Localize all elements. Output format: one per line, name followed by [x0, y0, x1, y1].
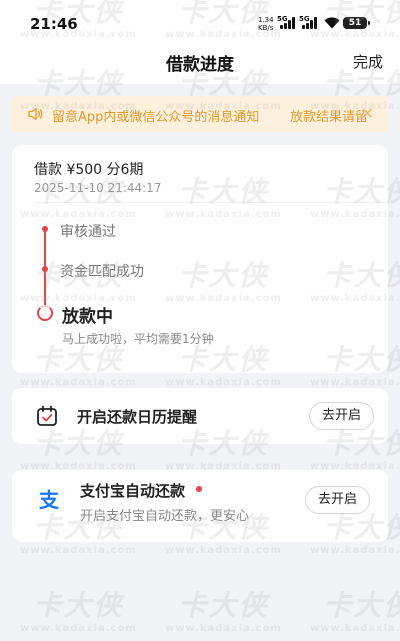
alipay-title: 支付宝自动还款 — [80, 482, 186, 500]
nav-bar: 借款进度 完成 — [0, 40, 400, 84]
calendar-check-icon — [37, 405, 57, 426]
watermark: 卡大侠www.kadaxia.com — [310, 589, 400, 634]
enable-calendar-button[interactable]: 去开启 — [308, 402, 374, 430]
close-icon[interactable]: ✕ — [361, 104, 374, 123]
battery-icon: 51 — [343, 17, 370, 29]
step-matched: 资金匹配成功 — [60, 264, 144, 280]
notice-text-right: 放款结果请留 — [290, 110, 369, 125]
step-dot — [42, 226, 48, 232]
step-approved: 审核通过 — [60, 224, 116, 240]
notice-bar: 留意App内或微信公众号的消息通知 放款结果请留 ✕ — [12, 96, 388, 132]
loan-progress-card: 借款 ¥500 分6期 2025-11-10 21:44:17 审核通过 资金匹… — [12, 145, 388, 373]
speaker-icon — [28, 107, 43, 121]
status-bar: 21:46 1.34 KB/s 5G 5G 51 — [0, 0, 400, 40]
svg-text:支: 支 — [39, 488, 60, 512]
status-time: 21:46 — [30, 15, 78, 33]
current-step-hint: 马上成功啦，平均需要1分钟 — [62, 332, 214, 346]
alipay-icon: 支 — [36, 487, 62, 513]
calendar-reminder-card[interactable]: 开启还款日历提醒 去开启 — [12, 388, 388, 444]
calendar-reminder-label: 开启还款日历提醒 — [77, 408, 198, 426]
wifi-icon — [324, 17, 340, 29]
alipay-autopay-card[interactable]: 支 支付宝自动还款 开启支付宝自动还款，更安心 去开启 — [12, 470, 388, 542]
page-title: 借款进度 — [166, 55, 234, 75]
alipay-desc: 开启支付宝自动还款，更安心 — [80, 509, 250, 524]
enable-alipay-button[interactable]: 去开启 — [304, 486, 370, 514]
loan-summary: 借款 ¥500 分6期 — [34, 162, 144, 178]
current-step: 放款中 — [62, 307, 113, 327]
network-speed: 1.34 KB/s — [258, 16, 274, 32]
signal-icon — [302, 17, 320, 29]
divider — [34, 202, 388, 203]
step-dot — [42, 266, 48, 272]
loan-time: 2025-11-10 21:44:17 — [34, 181, 162, 195]
notice-text: 留意App内或微信公众号的消息通知 — [52, 110, 260, 125]
loading-ring-icon — [37, 305, 53, 321]
done-button[interactable]: 完成 — [353, 51, 383, 72]
watermark: 卡大侠www.kadaxia.com — [165, 589, 282, 634]
watermark: 卡大侠www.kadaxia.com — [20, 589, 137, 634]
badge-dot — [196, 486, 202, 492]
signal-icon — [280, 17, 298, 29]
